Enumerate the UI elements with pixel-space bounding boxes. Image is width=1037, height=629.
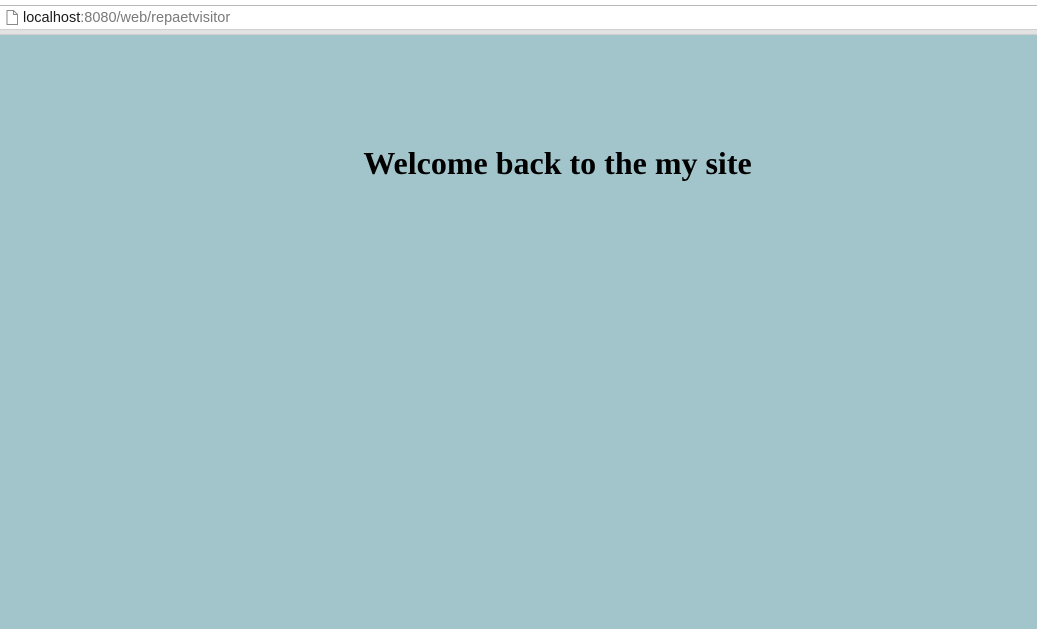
page-heading: Welcome back to the my site — [363, 145, 752, 181]
page-content: Welcome back to the my site — [0, 35, 1037, 629]
document-icon — [4, 9, 20, 27]
address-bar[interactable]: localhost:8080/web/repaetvisitor — [0, 5, 1037, 30]
browser-window: localhost:8080/web/repaetvisitor Welcome… — [0, 0, 1037, 629]
url-path: :8080/web/repaetvisitor — [80, 9, 231, 26]
url-host: localhost — [23, 9, 81, 26]
